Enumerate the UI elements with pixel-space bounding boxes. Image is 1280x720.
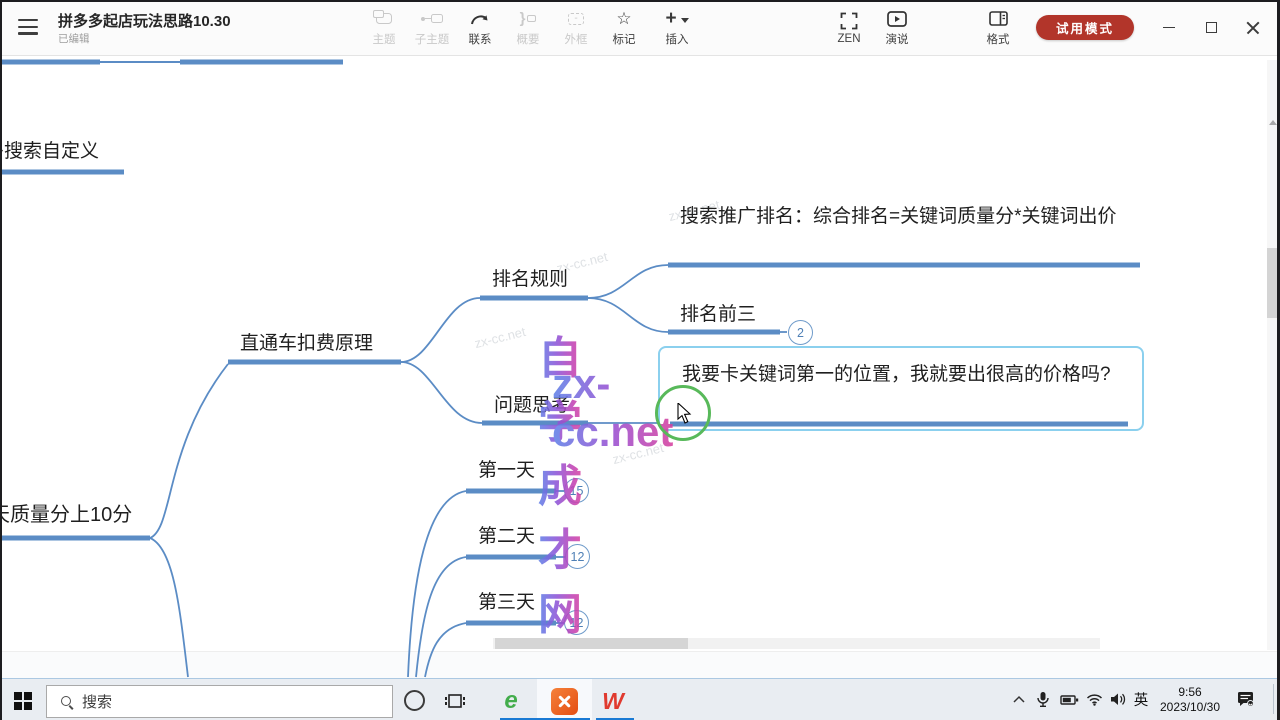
present-button[interactable]: 演说 <box>872 7 922 49</box>
microphone-icon[interactable] <box>1032 679 1054 720</box>
node-quality-score[interactable]: 天质量分上10分 <box>0 498 142 528</box>
insert-plus-icon: + <box>665 9 688 28</box>
speaker-icon[interactable] <box>1106 679 1130 720</box>
node-day1[interactable]: 第一天 <box>478 455 535 482</box>
menu-icon[interactable] <box>18 19 38 35</box>
collapse-badge[interactable]: 12 <box>565 544 590 569</box>
relation-button[interactable]: 联系 <box>455 7 505 49</box>
marker-star-icon: ☆ <box>616 9 631 28</box>
topic-button[interactable]: 主题 <box>359 7 409 49</box>
zen-button[interactable]: ZEN <box>824 7 874 49</box>
taskbar: 搜索 e W 英 9:56 2023/10/30 <box>0 678 1280 720</box>
horizontal-scrollbar-thumb[interactable] <box>495 638 688 649</box>
windows-start-icon[interactable] <box>14 692 32 710</box>
node-question-thinking[interactable]: 问题思考 <box>494 390 570 417</box>
node-rank-formula[interactable]: 搜索推广排名：综合排名=关键词质量分*关键词出价 <box>680 203 1142 231</box>
relation-icon <box>470 9 490 28</box>
node-day2[interactable]: 第二天 <box>478 521 535 548</box>
maximize-icon[interactable] <box>1190 0 1232 55</box>
boundary-button[interactable]: - 外框 <box>551 7 601 49</box>
xmind-icon[interactable] <box>549 687 579 715</box>
document-title: 拼多多起店玩法思路10.30 <box>58 10 231 31</box>
format-button[interactable]: 格式 <box>973 7 1023 49</box>
screen-edge <box>0 0 2 720</box>
collapse-badge[interactable]: 12 <box>564 610 589 635</box>
marker-button[interactable]: ☆ 标记 <box>599 7 649 49</box>
clock[interactable]: 9:56 2023/10/30 <box>1152 679 1228 720</box>
chevron-down-icon <box>681 18 689 23</box>
wps-icon[interactable]: W <box>598 687 628 715</box>
battery-icon[interactable] <box>1056 679 1082 720</box>
scroll-up-arrow-icon[interactable] <box>1269 120 1277 125</box>
minimize-icon[interactable] <box>1148 0 1190 55</box>
close-icon[interactable] <box>1232 0 1274 55</box>
summary-button[interactable]: } 概要 <box>503 7 553 49</box>
trial-mode-button[interactable]: 试用模式 <box>1036 15 1134 40</box>
collapse-badge[interactable]: 2 <box>788 320 813 345</box>
summary-icon: } <box>520 9 537 28</box>
topic-icon <box>376 9 392 28</box>
window-controls <box>1148 0 1274 55</box>
cortana-icon[interactable] <box>404 690 425 711</box>
format-panel-icon <box>989 9 1008 28</box>
title-bar: 拼多多起店玩法思路10.30 已编辑 主题 子主题 联系 } 概要 - 外框 ☆… <box>0 0 1280 56</box>
node-cpc-principle[interactable]: 直通车扣费原理 <box>240 328 373 355</box>
node-rank-rule[interactable]: 排名规则 <box>492 264 568 291</box>
window-footer <box>0 651 1280 678</box>
taskbar-search-input[interactable]: 搜索 <box>46 685 393 718</box>
collapse-badge[interactable]: 15 <box>564 478 589 503</box>
show-desktop-divider[interactable] <box>1273 684 1274 714</box>
ime-indicator[interactable]: 英 <box>1130 679 1152 720</box>
internet-explorer-icon[interactable]: e <box>496 687 526 715</box>
zen-icon <box>840 11 858 30</box>
screen-edge <box>0 0 1280 2</box>
node-day3[interactable]: 第三天 <box>478 587 535 614</box>
tray-time: 9:56 <box>1160 685 1220 700</box>
play-icon <box>887 9 907 28</box>
node-rank-top3[interactable]: 排名前三 <box>680 299 756 326</box>
notification-icon[interactable] <box>1232 679 1260 720</box>
search-icon <box>61 696 72 707</box>
insert-button[interactable]: + 插入 <box>648 7 706 49</box>
node-search-custom[interactable]: 多搜索自定义 <box>0 136 130 164</box>
wifi-icon[interactable] <box>1082 679 1106 720</box>
node-selected-question[interactable]: 我要卡关键词第一的位置，我就要出很高的价格吗? <box>682 360 1134 389</box>
task-view-icon[interactable] <box>440 687 470 715</box>
subtopic-button[interactable]: 子主题 <box>407 7 457 49</box>
tray-date: 2023/10/30 <box>1160 700 1220 715</box>
tray-chevron-up-icon[interactable] <box>1008 679 1030 720</box>
document-status: 已编辑 <box>58 31 90 46</box>
boundary-icon: - <box>568 9 584 28</box>
subtopic-icon <box>421 9 443 28</box>
search-placeholder: 搜索 <box>82 691 112 712</box>
